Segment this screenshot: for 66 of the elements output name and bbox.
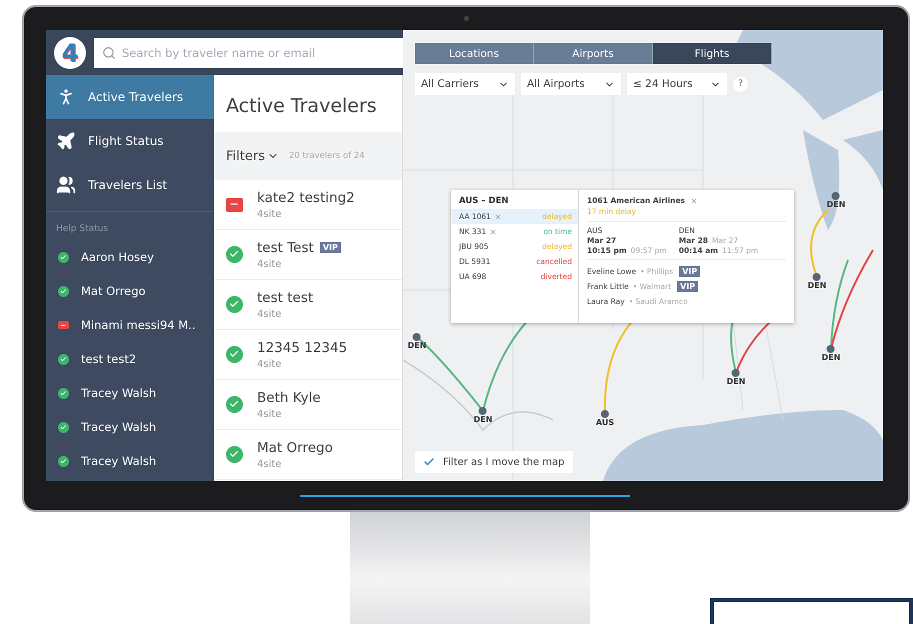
- traveler-site: 4site: [257, 358, 282, 370]
- filter-dropdown[interactable]: ≤ 24 Hours: [627, 73, 727, 95]
- nav-item[interactable]: Travelers List: [46, 163, 214, 207]
- traveler-site: 4site: [257, 458, 282, 470]
- check-icon: [58, 286, 69, 296]
- traveler-name[interactable]: test test: [257, 290, 314, 306]
- check-icon: [58, 388, 69, 398]
- check-icon: [226, 396, 243, 413]
- airport-code: DEN: [726, 377, 746, 386]
- airport-code: DEN: [826, 200, 846, 209]
- help-status-item[interactable]: test test2: [46, 342, 214, 376]
- airport-code: DEN: [408, 341, 426, 350]
- traveler-site: 4site: [257, 258, 282, 270]
- help-status-item[interactable]: Mat Orrego: [46, 274, 214, 308]
- help-status-item[interactable]: Tracey Walsh: [46, 444, 214, 478]
- check-icon: [226, 446, 243, 463]
- alert-icon: [58, 321, 69, 329]
- vip-badge: VIP: [679, 266, 700, 277]
- logo: 4: [54, 36, 86, 68]
- close-icon[interactable]: [690, 196, 698, 204]
- traveler-name[interactable]: kate2 testing2: [257, 190, 355, 206]
- help-status-item[interactable]: Minami messi94 M..: [46, 308, 214, 342]
- airport-code: DEN: [808, 281, 826, 290]
- route-title: AUS – DEN: [458, 195, 510, 208]
- filter-dropdown[interactable]: All Airports: [521, 73, 621, 95]
- airport-code: AUS: [596, 418, 614, 427]
- traveler-site: 4site: [257, 208, 282, 220]
- traveler-name[interactable]: Beth Kyle: [257, 390, 321, 406]
- checkbox[interactable]: [423, 456, 435, 468]
- airport-code: DEN: [822, 353, 840, 362]
- check-icon: [226, 246, 243, 263]
- filter-toggle[interactable]: Filter as I move the map: [415, 451, 573, 473]
- airport-code: DEN: [474, 415, 492, 424]
- map-tab[interactable]: Locations: [415, 43, 534, 64]
- traveler-site: 4site: [257, 308, 282, 320]
- vip-badge: VIP: [677, 281, 698, 292]
- traveler-name[interactable]: test Test: [257, 240, 314, 256]
- map-tab[interactable]: Flights: [653, 43, 772, 64]
- plane-icon: [56, 131, 76, 151]
- page-title: Active Travelers: [225, 94, 378, 119]
- help-status-item[interactable]: Aaron Hosey: [46, 240, 214, 274]
- help-status-item[interactable]: Tracey Walsh: [46, 376, 214, 410]
- check-icon: [58, 422, 69, 432]
- filters-button[interactable]: Filters: [226, 148, 279, 164]
- search-field[interactable]: Search by traveler name or email: [94, 38, 403, 68]
- section-title: Help Status: [55, 223, 110, 236]
- users-icon: [56, 175, 76, 195]
- traveler-site: 4site: [257, 408, 282, 420]
- alert-icon: [226, 198, 243, 212]
- traveler-name[interactable]: 12345 12345: [257, 340, 348, 356]
- map-tab[interactable]: Airports: [534, 43, 653, 64]
- check-icon: [226, 296, 243, 313]
- vip-badge: VIP: [320, 242, 341, 253]
- check-icon: [58, 252, 69, 262]
- camera-icon: [464, 16, 469, 21]
- help-status-item[interactable]: Tracey Walsh: [46, 410, 214, 444]
- close-icon[interactable]: [489, 228, 498, 236]
- check-icon: [226, 346, 243, 363]
- traveler-count: 20 travelers of 24: [288, 151, 365, 161]
- check-icon: [58, 456, 69, 466]
- filter-dropdown[interactable]: All Carriers: [415, 73, 515, 95]
- nav-item[interactable]: Active Travelers: [46, 75, 214, 119]
- traveler-name[interactable]: Mat Orrego: [257, 440, 333, 456]
- check-icon: [58, 354, 69, 364]
- nav-item[interactable]: Flight Status: [46, 119, 214, 163]
- search-icon: [102, 46, 116, 60]
